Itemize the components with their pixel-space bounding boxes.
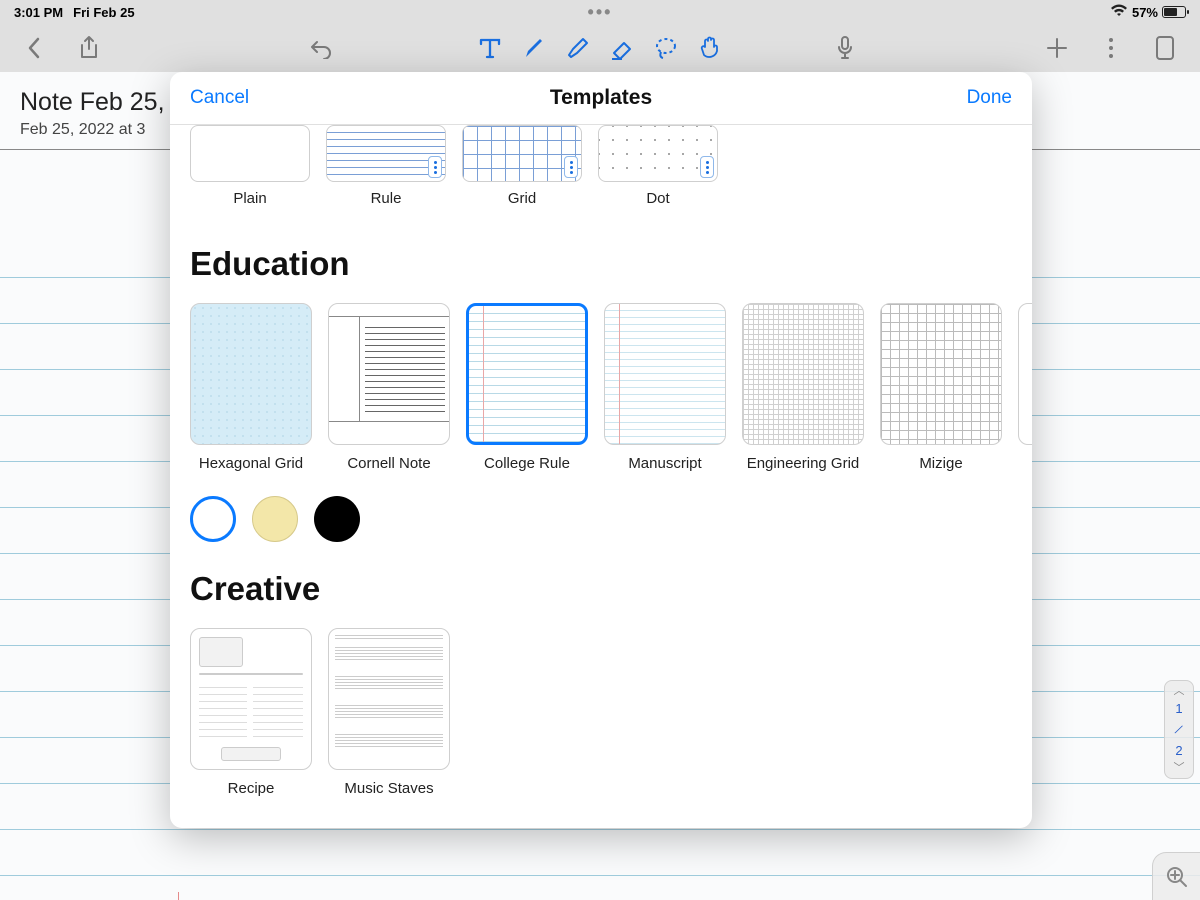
battery-pct: 57% [1132,5,1158,20]
template-manuscript[interactable]: Manuscript [604,303,726,472]
template-engineering-grid[interactable]: Engineering Grid [742,303,864,472]
color-swatch-row [170,472,1032,542]
template-rule[interactable]: Rule [326,125,446,207]
template-recipe[interactable]: Recipe [190,628,312,797]
text-tool-icon[interactable] [477,35,503,61]
color-swatch-cream[interactable] [252,496,298,542]
add-icon[interactable] [1044,35,1070,61]
template-label: Dot [598,190,718,207]
template-college-rule[interactable]: College Rule [466,303,588,472]
color-swatch-black[interactable] [314,496,360,542]
template-label: Hexagonal Grid [190,455,312,472]
template-label: Plain [190,190,310,207]
mic-icon[interactable] [832,35,858,61]
chevron-down-icon[interactable]: ﹀ [1174,764,1185,772]
template-label: Rule [326,190,446,207]
more-options-icon[interactable] [564,156,578,178]
share-icon[interactable] [76,35,102,61]
hand-tool-icon[interactable] [697,35,723,61]
page-separator: ⁄ [1176,722,1182,737]
basic-templates-row: Plain Rule Grid Dot [170,125,1032,207]
more-options-icon[interactable] [428,156,442,178]
template-label: College Rule [466,455,588,472]
status-time: 3:01 PM [14,5,63,20]
cancel-button[interactable]: Cancel [190,87,249,109]
multitasking-dots-icon[interactable]: ••• [588,5,613,19]
template-grid[interactable]: Grid [462,125,582,207]
app-toolbar [0,24,1200,72]
done-button[interactable]: Done [967,87,1012,109]
creative-templates-row: Recipe Music Staves [170,608,1032,797]
template-label: Manuscript [604,455,726,472]
wifi-icon [1110,4,1128,20]
pages-icon[interactable] [1152,35,1178,61]
template-music-staves[interactable]: Music Staves [328,628,450,797]
modal-header: Cancel Templates Done [170,72,1032,125]
template-cornell-note[interactable]: Cornell Note [328,303,450,472]
battery-icon [1162,6,1186,18]
page-current: 1 [1175,701,1182,716]
lasso-tool-icon[interactable] [653,35,679,61]
template-plain[interactable]: Plain [190,125,310,207]
pen-tool-icon[interactable] [521,35,547,61]
template-overflow[interactable] [1018,303,1032,472]
eraser-tool-icon[interactable] [609,35,635,61]
status-bar: 3:01 PM Fri Feb 25 ••• 57% [0,0,1200,24]
template-label: Music Staves [328,780,450,797]
undo-icon[interactable] [308,35,334,61]
template-label: Engineering Grid [742,455,864,472]
status-date: Fri Feb 25 [73,5,134,20]
page-total: 2 [1175,743,1182,758]
template-mizige[interactable]: Mizige [880,303,1002,472]
template-label: Cornell Note [328,455,450,472]
education-templates-row: Hexagonal Grid Cornell Note College Rule… [170,283,1032,472]
template-label: Mizige [880,455,1002,472]
template-hexagonal-grid[interactable]: Hexagonal Grid [190,303,312,472]
templates-modal: Cancel Templates Done Plain Rule Grid [170,72,1032,828]
highlighter-tool-icon[interactable] [565,35,591,61]
back-icon[interactable] [22,35,48,61]
template-label: Recipe [190,780,312,797]
section-education-title: Education [170,207,1032,283]
template-dot[interactable]: Dot [598,125,718,207]
template-label: Grid [462,190,582,207]
more-options-icon[interactable] [700,156,714,178]
chevron-up-icon[interactable]: ︿ [1174,687,1185,695]
zoom-button[interactable] [1152,852,1200,900]
color-swatch-white[interactable] [190,496,236,542]
section-creative-title: Creative [170,542,1032,608]
page-indicator[interactable]: ︿ 1 ⁄ 2 ﹀ [1164,680,1194,779]
more-icon[interactable] [1098,35,1124,61]
modal-title: Templates [550,86,652,110]
